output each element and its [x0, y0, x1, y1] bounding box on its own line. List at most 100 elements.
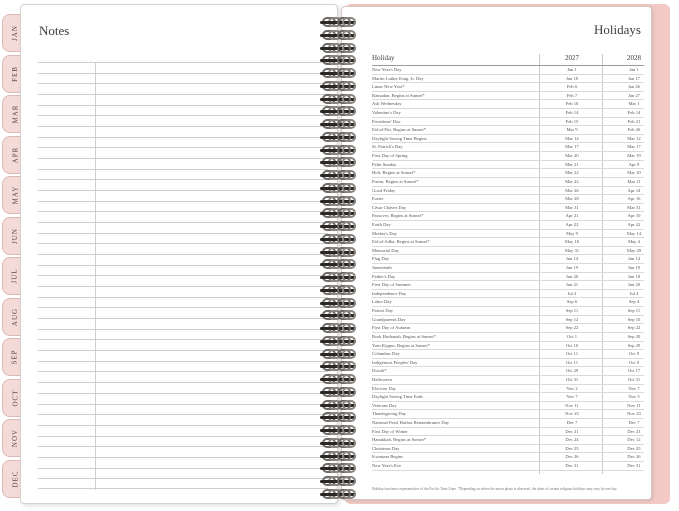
date-year1: Dec 24	[565, 437, 579, 443]
holiday-name: Good Friday	[372, 187, 396, 193]
holiday-name: Rosh Hashanah, Begins at Sunset*	[372, 333, 436, 339]
table-row: First Day of Autumn Sep 22 Sep 22	[372, 324, 644, 333]
note-line	[38, 467, 328, 479]
note-line	[38, 115, 328, 126]
note-line	[38, 126, 328, 137]
spiral-coil	[320, 271, 356, 283]
table-row: Veterans Day Nov 11 Nov 11	[372, 402, 644, 411]
spiral-coil	[320, 182, 356, 194]
date-year2: Oct 9	[628, 359, 640, 365]
date-year1: May 31	[564, 247, 580, 253]
date-year2: Oct 9	[628, 351, 640, 357]
holiday-name: Palm Sunday	[372, 161, 397, 167]
holiday-name: Ash Wednesday	[372, 101, 402, 107]
holiday-name: Purim, Begins at Sunset*	[372, 178, 419, 184]
date-year2: Feb 26	[627, 127, 641, 133]
note-line	[38, 318, 328, 329]
holiday-name: Grandparents Day	[372, 316, 406, 322]
date-year2: May 14	[626, 230, 642, 236]
holiday-name: Veterans Day	[372, 402, 397, 408]
table-row: St. Patrick's Day Mar 17 Mar 17	[372, 143, 644, 153]
spiral-coil	[320, 42, 356, 54]
spiral-coil	[320, 233, 356, 245]
date-year2: May 29	[626, 247, 642, 253]
holiday-name: New Year's Day	[372, 67, 402, 72]
date-year2: Dec 31	[627, 463, 641, 469]
date-year2: Mar 12	[627, 135, 641, 141]
holiday-name: Yom Kippur, Begins at Sunset*	[372, 342, 430, 348]
month-tab-label: SEP	[11, 349, 19, 365]
date-year1: Nov 11	[565, 402, 579, 408]
date-year1: Oct 10	[565, 342, 579, 348]
table-row: Diwali* Oct 29 Oct 17	[372, 367, 644, 376]
note-line	[38, 104, 328, 116]
notes-lines	[38, 62, 328, 489]
spiral-coil	[320, 399, 356, 411]
date-year1: Sep 12	[565, 316, 579, 322]
date-year2: Jan 17	[628, 75, 640, 81]
table-row: First Day of Winter Dec 21 Dec 21	[372, 428, 644, 437]
month-tab-label: MAR	[10, 104, 19, 124]
date-year1: Mar 17	[565, 144, 579, 150]
month-tab-label: DEC	[11, 470, 19, 487]
note-line	[38, 200, 328, 212]
date-year1: Jan 1	[567, 67, 577, 72]
table-row: Holi, Begins at Sunset* Mar 22 Mar 10	[372, 169, 644, 178]
holiday-name: First Day of Winter	[372, 428, 408, 434]
date-year2: Apr 10	[627, 213, 641, 219]
month-tab-label: MAY	[10, 185, 19, 205]
table-row: Father's Day Jun 20 Jun 18	[372, 273, 644, 282]
date-year2: Jan 1	[629, 67, 639, 72]
holidays-page: Holidays Holiday 2027 2028 New Year's Da…	[341, 6, 652, 500]
note-line	[38, 62, 328, 73]
date-year1: Jun 19	[565, 265, 579, 271]
note-line	[38, 232, 328, 244]
table-row: First Day of Summer Jun 21 Jun 20	[372, 281, 644, 290]
table-row: Patriot Day Sep 11 Sep 11	[372, 307, 644, 316]
date-year1: Sep 22	[565, 325, 579, 331]
spiral-coil	[320, 437, 356, 449]
date-year2: Apr 22	[627, 221, 641, 227]
holiday-name: National Pearl Harbor Remembrance Day	[372, 419, 450, 425]
date-year1: Apr 22	[565, 221, 579, 227]
date-year1: Jan 18	[566, 75, 578, 81]
date-year2: Jun 20	[627, 282, 641, 288]
holiday-name: Martin Luther King, Jr. Day	[372, 75, 424, 81]
date-year2: Nov 23	[627, 411, 641, 417]
note-line	[38, 211, 328, 222]
notes-page: Notes	[20, 4, 338, 504]
holiday-name: St. Patrick's Day	[372, 144, 403, 150]
date-year2: Apr 9	[628, 161, 640, 167]
spiral-coil	[320, 348, 356, 360]
date-year1: Mar 9	[566, 127, 578, 133]
note-line	[38, 350, 328, 361]
note-line	[38, 222, 328, 233]
date-year1: Feb 10	[565, 101, 579, 107]
date-year1: Dec 21	[565, 428, 579, 434]
holiday-name: Diwali*	[372, 368, 387, 374]
spiral-coil	[320, 450, 356, 462]
date-year1: Jun 14	[565, 256, 579, 262]
note-line	[38, 339, 328, 350]
table-row: Independence Day Jul 4 Jul 4	[372, 290, 644, 299]
month-tab-label: JAN	[11, 25, 19, 41]
note-line	[38, 382, 328, 393]
table-row: New Year's Day Jan 1 Jan 1	[372, 66, 644, 75]
spiral-coil	[320, 207, 356, 219]
holiday-name: Ramadan, Begins at Sunset*	[372, 92, 425, 98]
date-year1: Nov 2	[566, 385, 578, 391]
month-tab-label: JUL	[11, 268, 19, 284]
date-year1: Mar 22	[565, 178, 579, 184]
page-title: Holidays	[594, 22, 641, 37]
spiral-coil	[320, 386, 356, 398]
note-line	[38, 286, 328, 297]
table-row: Purim, Begins at Sunset* Mar 22 Mar 11	[372, 178, 644, 187]
date-year1: Apr 21	[565, 213, 579, 219]
table-row: Ash Wednesday Feb 10 Mar 1	[372, 100, 644, 110]
spiral-coil	[320, 360, 356, 372]
date-year2: Nov 7	[628, 385, 640, 391]
table-row: Indigenous Peoples' Day Oct 11 Oct 9	[372, 359, 644, 368]
holiday-name: Juneteenth	[372, 265, 392, 271]
table-row: Palm Sunday Mar 21 Apr 9	[372, 161, 644, 170]
holiday-name: Halloween	[372, 376, 392, 382]
